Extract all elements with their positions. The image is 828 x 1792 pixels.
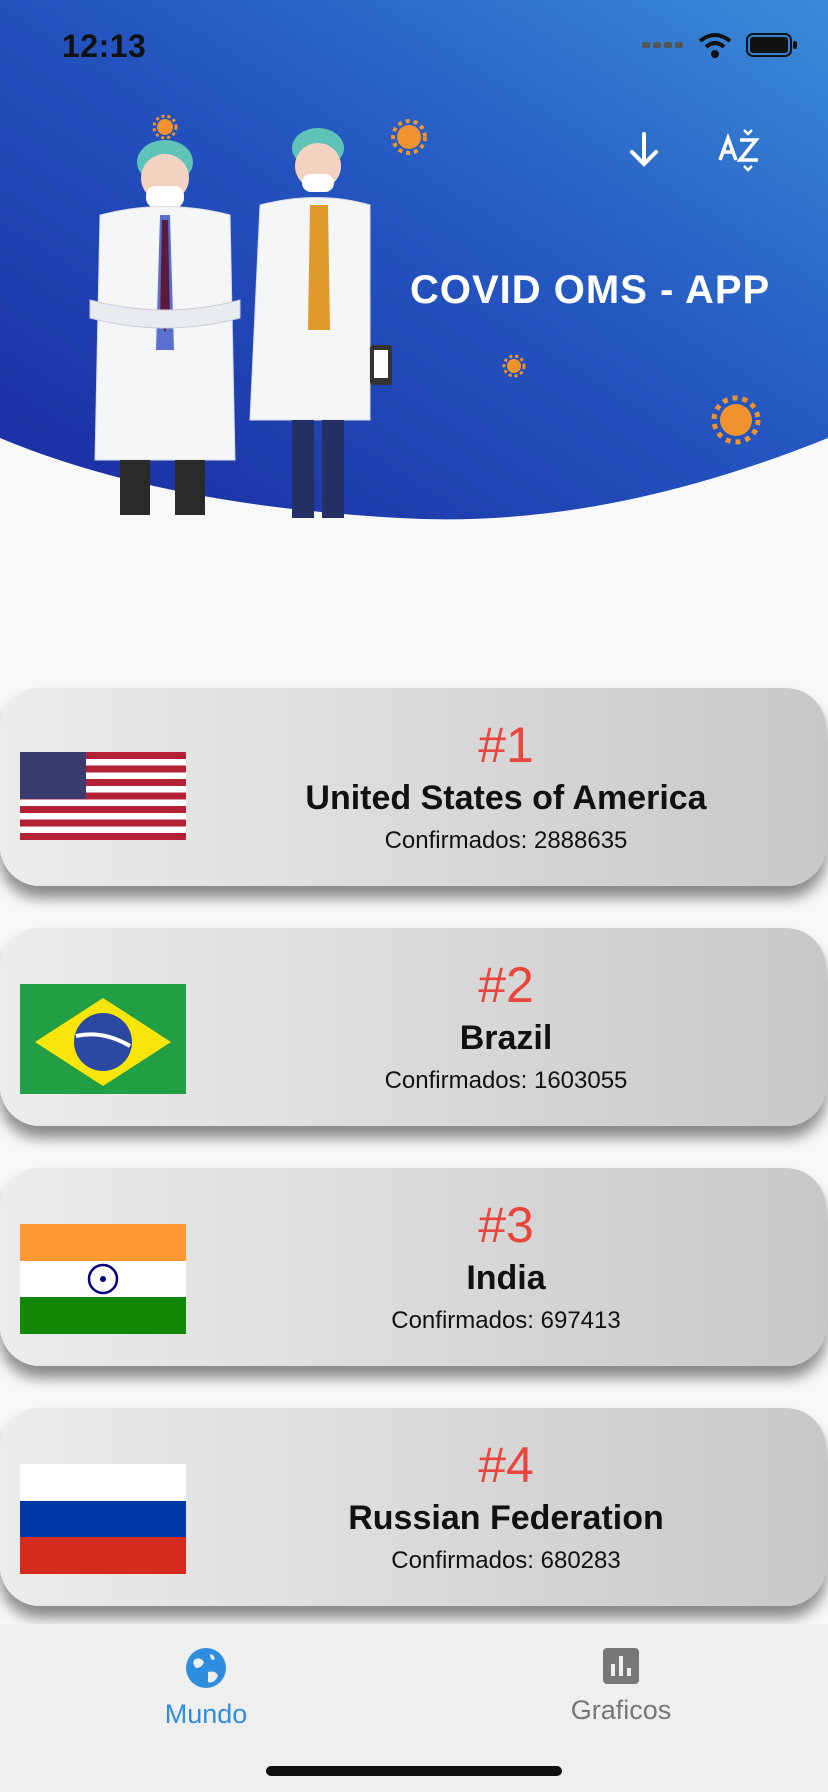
russia-flag-icon <box>20 1464 186 1574</box>
country-rank: #1 <box>478 717 534 773</box>
tab-graficos-label: Graficos <box>570 1695 672 1725</box>
country-info: #3 India Confirmados: 697413 <box>186 1168 826 1336</box>
country-rank: #3 <box>478 1197 534 1253</box>
country-info: #4 Russian Federation Confirmados: 68028… <box>186 1408 826 1576</box>
cellular-signal-icon <box>642 42 683 48</box>
app-title: COVID OMS - APP <box>410 268 771 312</box>
home-indicator <box>266 1766 562 1776</box>
country-name: Russian Federation <box>348 1499 664 1537</box>
status-time: 12:13 <box>62 28 147 64</box>
sort-button[interactable] <box>612 118 676 182</box>
arrow-down-icon <box>630 132 658 167</box>
tab-graficos[interactable]: Graficos <box>521 1646 721 1726</box>
virus-icon <box>711 395 761 445</box>
country-rank: #4 <box>478 1437 534 1493</box>
brazil-flag-icon <box>20 984 186 1094</box>
virus-icon <box>502 354 526 378</box>
doctors-illustration <box>89 128 392 518</box>
confirmed-count: Confirmados: 697413 <box>391 1307 621 1334</box>
country-name: Brazil <box>459 1019 553 1057</box>
globe-icon <box>186 1648 226 1688</box>
country-name: United States of America <box>305 779 707 817</box>
country-info: #1 United States of America Confirmados:… <box>186 688 826 856</box>
header: 12:13 COVID OMS - APP <box>0 0 828 540</box>
country-name: India <box>466 1259 546 1297</box>
confirmed-count: Confirmados: 2888635 <box>384 827 628 854</box>
usa-flag-icon <box>20 744 186 854</box>
confirmed-count: Confirmados: 680283 <box>391 1547 621 1574</box>
country-card[interactable]: #4 Russian Federation Confirmados: 68028… <box>0 1408 826 1606</box>
alphabetical-sort-button[interactable] <box>708 118 772 182</box>
sort-az-icon <box>718 129 760 172</box>
country-card[interactable]: #2 Brazil Confirmados: 1603055 <box>0 928 826 1126</box>
wifi-icon <box>698 33 732 58</box>
bar-chart-icon <box>603 1648 639 1684</box>
country-info: #2 Brazil Confirmados: 1603055 <box>186 928 826 1096</box>
status-icons <box>642 32 798 58</box>
confirmed-count: Confirmados: 1603055 <box>384 1067 628 1094</box>
battery-icon <box>746 33 797 57</box>
country-card[interactable]: #3 India Confirmados: 697413 <box>0 1168 826 1366</box>
india-flag-icon <box>20 1224 186 1334</box>
country-card[interactable]: #1 United States of America Confirmados:… <box>0 688 826 886</box>
tab-mundo[interactable]: Mundo <box>106 1646 306 1730</box>
country-rank: #2 <box>478 957 534 1013</box>
tab-mundo-label: Mundo <box>164 1699 248 1729</box>
